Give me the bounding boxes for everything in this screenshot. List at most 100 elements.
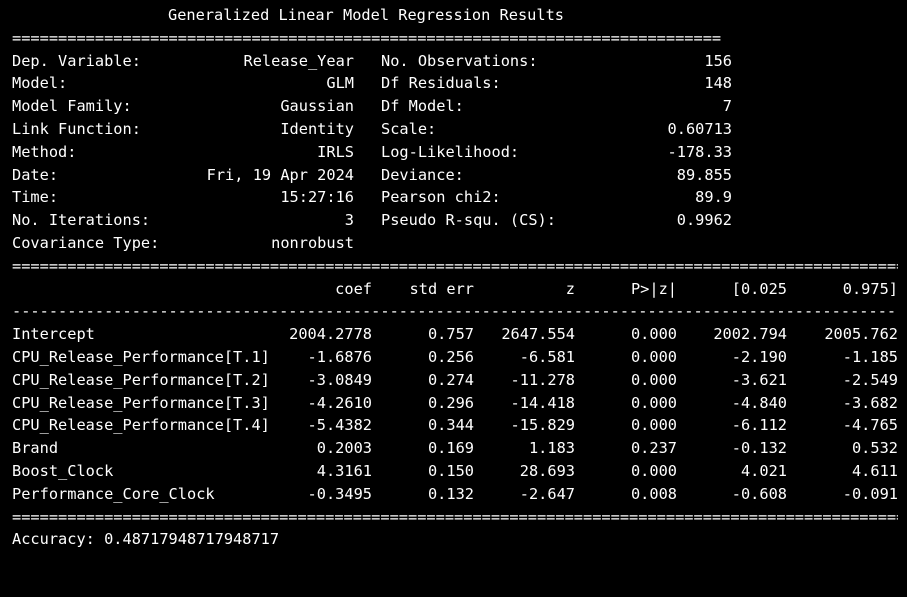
table-row: CPU_Release_Performance[T.4] -5.4382 0.344… [12,414,907,437]
cell-ci-high: -2.549 [842,370,898,389]
double-rule: ========================================… [12,28,722,47]
cell-ci-high: 2005.762 [824,325,898,344]
cell-variable-name: Brand [12,439,59,458]
table-row: Intercept 2004.2778 0.757 2647.554 0.000 2002… [12,323,907,346]
cell-coef: -3.0849 [307,370,372,389]
summary-row: Link Function: Identity Scale: 0.60713 [12,118,907,141]
cell-ci-high: 4.611 [851,461,898,480]
summary-value-right: 156 [704,51,732,70]
summary-value-right: 0.9962 [676,211,732,230]
cell-p-value: 0.000 [630,370,677,389]
cell-z: 1.183 [528,439,575,458]
summary-label-right: Df Model: [381,97,464,116]
table-row: Brand 0.2003 0.169 1.183 0.237 -0.132 0.532 [12,437,907,460]
cell-std-err: 0.296 [427,393,474,412]
cell-variable-name: Intercept [12,325,95,344]
cell-z: 28.693 [519,461,575,480]
cell-coef: 0.2003 [316,439,372,458]
summary-value-right: 89.855 [676,165,732,184]
summary-row: Date: Fri, 19 Apr 2024 Deviance: 89.855 [12,164,907,187]
summary-label-left: Model: [12,74,68,93]
summary-value-left: Fri, 19 Apr 2024 [206,165,354,184]
table-row: Performance_Core_Clock -0.3495 0.132 -2.647… [12,483,907,506]
summary-value-left: nonrobust [271,233,354,252]
cell-coef: -0.3495 [307,484,372,503]
summary-label-left: Method: [12,142,77,161]
summary-value-left: Release_Year [243,51,354,70]
summary-value-right: 0.60713 [667,119,732,138]
summary-label-right: Pearson chi2: [381,188,501,207]
summary-value-left: 15:27:16 [280,188,354,207]
cell-std-err: 0.256 [427,347,474,366]
cell-ci-low: -2.190 [731,347,787,366]
cell-ci-low: -4.840 [731,393,787,412]
table-row: CPU_Release_Performance[T.1] -1.6876 0.256… [12,346,907,369]
console-output: Generalized Linear Model Regression Resu… [12,4,907,551]
coef-table-header: coef std err z P>|z| [0.025 0.975] [12,278,907,301]
summary-label-left: No. Iterations: [12,211,151,230]
summary-label-right: Deviance: [381,165,464,184]
coef-table-body: Intercept 2004.2778 0.757 2647.554 0.000 2002… [12,323,907,505]
summary-row: Model Family: Gaussian Df Model: 7 [12,95,907,118]
summary-value-right: 7 [722,97,732,116]
cell-ci-low: -6.112 [731,416,787,435]
col-header-ci-high: 0.975] [842,279,898,298]
summary-label-right: Df Residuals: [381,74,501,93]
cell-ci-high: -0.091 [842,484,898,503]
summary-label-left: Dep. Variable: [12,51,141,70]
cell-ci-high: -4.765 [842,416,898,435]
cell-std-err: 0.344 [427,416,474,435]
rule-bottom: ========================================… [12,506,907,529]
cell-coef: -1.6876 [307,347,372,366]
summary-label-left: Model Family: [12,97,132,116]
summary-label-right: Log-Likelihood: [381,142,520,161]
cell-z: -14.418 [510,393,575,412]
cell-p-value: 0.000 [630,347,677,366]
cell-z: -15.829 [510,416,575,435]
cell-p-value: 0.000 [630,325,677,344]
cell-variable-name: CPU_Release_Performance[T.2] [12,370,270,389]
rule-mid: ========================================… [12,255,907,278]
summary-value-left: 3 [344,211,354,230]
cell-p-value: 0.000 [630,393,677,412]
cell-std-err: 0.274 [427,370,474,389]
col-header-coef: coef [335,279,372,298]
summary-label-left: Time: [12,188,59,207]
cell-std-err: 0.757 [427,325,474,344]
dash-rule: ----------------------------------------… [12,302,898,321]
table-row: CPU_Release_Performance[T.2] -3.0849 0.274… [12,369,907,392]
summary-label-left: Covariance Type: [12,233,160,252]
summary-value-left: Identity [280,119,354,138]
cell-variable-name: CPU_Release_Performance[T.1] [12,347,270,366]
cell-std-err: 0.150 [427,461,474,480]
cell-ci-high: -1.185 [842,347,898,366]
cell-ci-low: 2002.794 [713,325,787,344]
cell-std-err: 0.169 [427,439,474,458]
cell-std-err: 0.132 [427,484,474,503]
cell-coef: 4.3161 [316,461,372,480]
double-rule: ========================================… [12,256,898,275]
accuracy-text: Accuracy: 0.48717948717948717 [12,530,280,549]
summary-label-right: Pseudo R-squ. (CS): [381,211,556,230]
cell-variable-name: Boost_Clock [12,461,114,480]
results-title: Generalized Linear Model Regression Resu… [168,6,565,24]
cell-z: 2647.554 [501,325,575,344]
summary-row: Time: 15:27:16 Pearson chi2: 89.9 [12,186,907,209]
cell-coef: 2004.2778 [289,325,372,344]
results-title-row: Generalized Linear Model Regression Resu… [12,4,907,27]
cell-p-value: 0.000 [630,461,677,480]
cell-coef: -5.4382 [307,416,372,435]
summary-row: Model: GLM Df Residuals: 148 [12,72,907,95]
cell-ci-low: -0.608 [731,484,787,503]
summary-value-left: IRLS [317,142,354,161]
double-rule: ========================================… [12,507,898,526]
summary-label-right: No. Observations: [381,51,538,70]
summary-value-right: 89.9 [695,188,732,207]
summary-row: No. Iterations: 3 Pseudo R-squ. (CS): 0.… [12,209,907,232]
col-header-std-err: std err [409,279,474,298]
col-header-z: z [565,279,575,298]
summary-value-right: 148 [704,74,732,93]
cell-variable-name: CPU_Release_Performance[T.3] [12,393,270,412]
summary-value-right: -178.33 [667,142,732,161]
col-header-ci-low: [0.025 [731,279,787,298]
